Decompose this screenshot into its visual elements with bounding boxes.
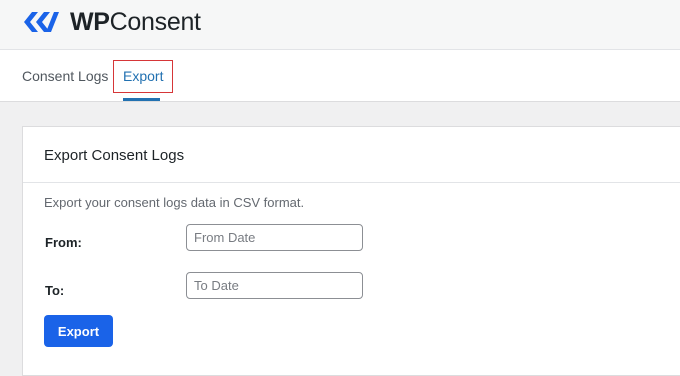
card-description: Export your consent logs data in CSV for… <box>44 195 305 210</box>
export-button[interactable]: Export <box>44 315 113 347</box>
to-date-input[interactable] <box>186 272 363 299</box>
brand-logo[interactable]: WPConsent <box>22 6 201 38</box>
tab-export[interactable]: Export <box>113 60 174 93</box>
tab-bar: Consent Logs Export <box>0 50 680 102</box>
to-label: To: <box>45 283 65 298</box>
export-card: Export Consent Logs Export your consent … <box>22 126 680 376</box>
tab-consent-logs[interactable]: Consent Logs <box>22 50 108 102</box>
top-header: WPConsent <box>0 0 680 50</box>
wpconsent-logo-icon <box>24 12 59 32</box>
card-title: Export Consent Logs <box>23 127 680 183</box>
from-date-input[interactable] <box>186 224 363 251</box>
from-label: From: <box>45 235 82 250</box>
brand-name: WPConsent <box>70 7 201 36</box>
active-tab-indicator <box>123 98 160 101</box>
